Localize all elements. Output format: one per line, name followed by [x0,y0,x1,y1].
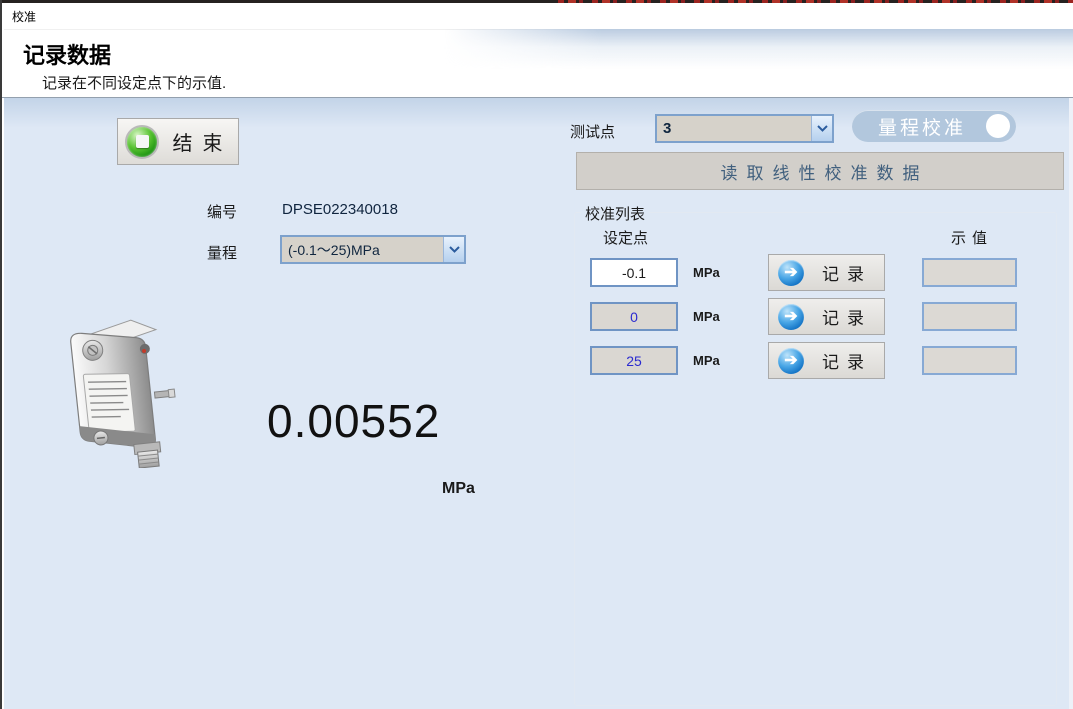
calibration-window: 校准 记录数据 记录在不同设定点下的示值. 结束 编号 DPSE02234001… [0,0,1073,709]
indication-column-header: 示值 [927,227,1017,248]
arrow-right-icon: ➔ [778,348,804,374]
toggle-knob[interactable] [986,114,1010,138]
main-panel: 结束 编号 DPSE022340018 量程 (-0.1～25)MPa [4,98,1073,709]
record-button[interactable]: ➔ 记录 [768,342,885,379]
indication-field[interactable] [922,346,1017,375]
setpoint-input[interactable]: 25 [590,346,678,375]
page-title: 记录数据 [23,38,111,70]
range-select[interactable]: (-0.1～25)MPa [280,235,466,264]
title-bar: 校准 [4,3,1073,30]
read-linear-calibration-label: 读取线性校准数据 [712,159,929,184]
setpoint-unit-label: MPa [693,265,720,280]
setpoint-unit-label: MPa [693,309,720,324]
header-gradient-decoration [444,29,1073,69]
end-button-label: 结束 [159,127,238,156]
setpoint-input[interactable]: -0.1 [590,258,678,287]
test-point-label: 测试点 [570,121,615,142]
page-subtitle: 记录在不同设定点下的示值. [42,72,226,93]
indication-field[interactable] [922,258,1017,287]
arrow-right-icon: ➔ [778,304,804,330]
page-header: 记录数据 记录在不同设定点下的示值. [4,30,1073,97]
range-select-value: (-0.1～25)MPa [282,240,443,260]
record-button-label: 记录 [804,348,884,373]
read-linear-calibration-button[interactable]: 读取线性校准数据 [576,152,1064,190]
calibration-list-title: 校准列表 [581,203,649,224]
live-reading-unit: MPa [442,480,475,498]
calibration-row: 25 MPa ➔ 记录 [575,342,1056,380]
range-calibration-toggle-label: 量程校准 [852,113,986,140]
calibration-row: 0 MPa ➔ 记录 [575,298,1056,336]
stop-icon [125,125,159,159]
record-button[interactable]: ➔ 记录 [768,254,885,291]
record-button-label: 记录 [804,304,884,329]
pressure-transmitter-photo [52,310,192,468]
record-button-label: 记录 [804,260,884,285]
range-calibration-toggle[interactable]: 量程校准 [852,110,1016,142]
live-reading-value: 0.00552 [267,394,440,448]
arrow-right-icon: ➔ [778,260,804,286]
setpoint-column-header: 设定点 [603,227,648,248]
serial-value: DPSE022340018 [282,201,398,218]
setpoint-input[interactable]: 0 [590,302,678,331]
indication-field[interactable] [922,302,1017,331]
window-title: 校准 [12,8,36,25]
calibration-row: -0.1 MPa ➔ 记录 [575,254,1056,292]
end-button[interactable]: 结束 [117,118,239,165]
record-button[interactable]: ➔ 记录 [768,298,885,335]
serial-label: 编号 [207,201,237,222]
range-label: 量程 [207,242,237,263]
test-point-select-value: 3 [657,120,811,137]
stop-square-glyph [136,135,149,148]
setpoint-unit-label: MPa [693,353,720,368]
chevron-down-icon[interactable] [811,116,832,141]
test-point-select[interactable]: 3 [655,114,834,143]
chevron-down-icon[interactable] [443,237,464,262]
calibration-list-group: 校准列表 设定点 示值 -0.1 MPa ➔ 记录 0 MPa ➔ 记录 [574,212,1057,706]
